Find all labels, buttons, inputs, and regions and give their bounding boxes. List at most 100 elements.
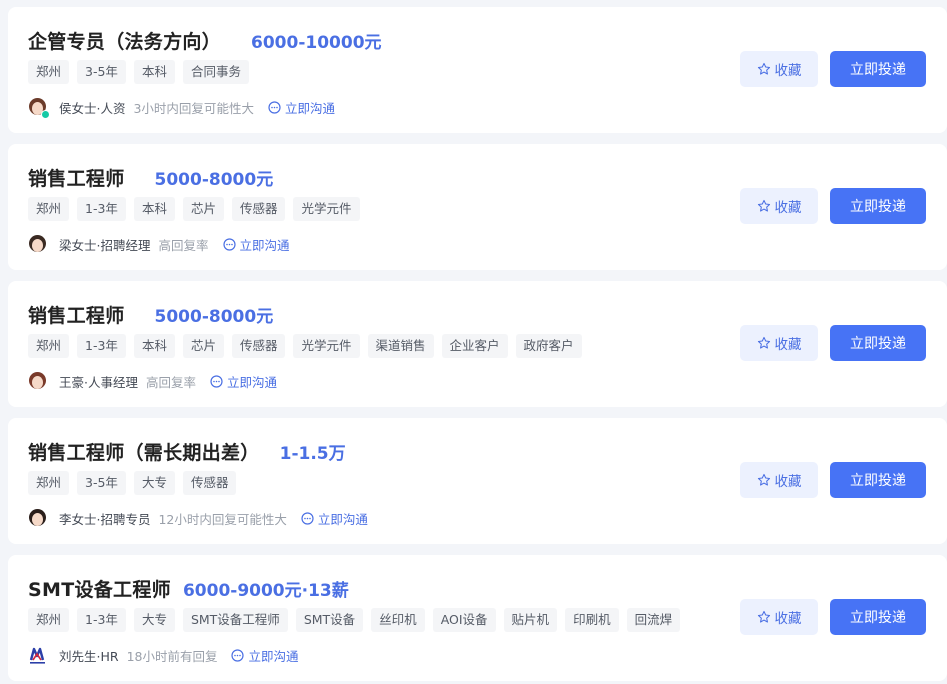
reply-status: 高回复率 bbox=[158, 237, 209, 253]
tag: SMT设备 bbox=[295, 608, 364, 632]
tag: 传感器 bbox=[231, 197, 286, 221]
favorite-label: 收藏 bbox=[774, 63, 802, 79]
favorite-label: 收藏 bbox=[774, 611, 802, 627]
chat-label: 立即沟通 bbox=[248, 648, 299, 664]
tag: 1-3年 bbox=[77, 197, 126, 221]
job-title[interactable]: 销售工程师 bbox=[28, 164, 125, 191]
tag: 3-5年 bbox=[77, 60, 126, 84]
company-logo bbox=[28, 646, 47, 665]
job-card[interactable]: 企管专员（法务方向） 6000-10000元 郑州 3-5年 本科 合同事务 侯… bbox=[8, 7, 947, 133]
tag: 郑州 bbox=[28, 608, 70, 632]
tag: 政府客户 bbox=[515, 334, 582, 358]
recruiter-name: 李女士·招聘专员 bbox=[59, 511, 151, 527]
recruiter-info: 刘先生·HR 18小时前有回复 立即沟通 bbox=[28, 644, 298, 666]
tag: 传感器 bbox=[182, 471, 237, 495]
recruiter-name: 刘先生·HR bbox=[59, 648, 119, 664]
job-card[interactable]: SMT设备工程师 6000-9000元·13薪 郑州 1-3年 大专 SMT设备… bbox=[8, 555, 947, 681]
tag: 大专 bbox=[133, 608, 175, 632]
tag: 传感器 bbox=[231, 334, 286, 358]
chat-icon bbox=[210, 374, 223, 388]
recruiter-name: 侯女士·人资 bbox=[59, 100, 126, 116]
reply-status: 18小时前有回复 bbox=[126, 648, 218, 664]
tag: 合同事务 bbox=[182, 60, 249, 84]
favorite-button[interactable]: 收藏 bbox=[740, 599, 818, 635]
tag-list: 郑州 1-3年 大专 SMT设备工程师 SMT设备 丝印机 AOI设备 贴片机 … bbox=[28, 608, 681, 632]
tag: 郑州 bbox=[28, 334, 70, 358]
job-title[interactable]: 企管专员（法务方向） bbox=[28, 27, 221, 54]
tag: 企业客户 bbox=[441, 334, 508, 358]
tag: 丝印机 bbox=[371, 608, 425, 632]
tag: 郑州 bbox=[28, 197, 70, 221]
apply-button[interactable]: 立即投递 bbox=[830, 325, 926, 361]
job-card[interactable]: 销售工程师 5000-8000元 郑州 1-3年 本科 芯片 传感器 光学元件 … bbox=[8, 144, 947, 270]
favorite-label: 收藏 bbox=[774, 200, 802, 216]
tag: 1-3年 bbox=[77, 334, 126, 358]
recruiter-name: 梁女士·招聘经理 bbox=[59, 237, 151, 253]
chat-icon bbox=[222, 237, 236, 251]
star-icon bbox=[757, 336, 770, 349]
tag: 本科 bbox=[133, 197, 175, 221]
tag: 郑州 bbox=[28, 60, 70, 84]
job-card[interactable]: 销售工程师 5000-8000元 郑州 1-3年 本科 芯片 传感器 光学元件 … bbox=[8, 281, 947, 407]
star-icon bbox=[757, 199, 770, 212]
apply-button[interactable]: 立即投递 bbox=[830, 51, 926, 87]
chat-label: 立即沟通 bbox=[239, 237, 290, 253]
recruiter-name: 王豪·人事经理 bbox=[59, 374, 138, 390]
avatar bbox=[28, 234, 47, 254]
chat-label: 立即沟通 bbox=[227, 374, 278, 390]
chat-link[interactable]: 立即沟通 bbox=[301, 509, 368, 528]
salary: 1-1.5万 bbox=[279, 443, 346, 464]
tag: SMT设备工程师 bbox=[182, 608, 288, 632]
chat-link[interactable]: 立即沟通 bbox=[210, 372, 277, 391]
avatar bbox=[28, 508, 47, 528]
favorite-button[interactable]: 收藏 bbox=[740, 462, 818, 498]
reply-status: 12小时内回复可能性大 bbox=[158, 511, 287, 527]
reply-status: 3小时内回复可能性大 bbox=[133, 100, 254, 116]
chat-icon bbox=[268, 100, 281, 114]
favorite-button[interactable]: 收藏 bbox=[740, 325, 818, 361]
recruiter-info: 侯女士·人资 3小时内回复可能性大 立即沟通 bbox=[28, 96, 335, 119]
chat-link[interactable]: 立即沟通 bbox=[231, 646, 298, 665]
tag: 1-3年 bbox=[77, 608, 126, 632]
apply-button[interactable]: 立即投递 bbox=[830, 188, 926, 224]
tag: 3-5年 bbox=[77, 471, 126, 495]
tag: 回流焊 bbox=[626, 608, 681, 632]
reply-status: 高回复率 bbox=[145, 374, 196, 390]
apply-button[interactable]: 立即投递 bbox=[830, 599, 926, 635]
tag: 渠道销售 bbox=[367, 334, 434, 358]
favorite-button[interactable]: 收藏 bbox=[740, 188, 818, 224]
recruiter-info: 梁女士·招聘经理 高回复率 立即沟通 bbox=[28, 233, 290, 255]
recruiter-info: 王豪·人事经理 高回复率 立即沟通 bbox=[28, 370, 277, 392]
tag: 芯片 bbox=[182, 197, 224, 221]
favorite-label: 收藏 bbox=[774, 337, 802, 353]
online-status-dot bbox=[41, 109, 50, 119]
chat-label: 立即沟通 bbox=[317, 511, 368, 527]
tag: 本科 bbox=[133, 334, 175, 358]
tag: 大专 bbox=[133, 471, 175, 495]
tag: 本科 bbox=[133, 60, 175, 84]
star-icon bbox=[757, 62, 770, 75]
salary: 5000-8000元 bbox=[154, 169, 274, 190]
chat-icon bbox=[231, 648, 245, 662]
avatar bbox=[28, 371, 47, 391]
star-icon bbox=[757, 610, 770, 623]
job-title[interactable]: SMT设备工程师 bbox=[28, 575, 171, 602]
salary: 5000-8000元 bbox=[154, 306, 274, 327]
tag: 光学元件 bbox=[293, 197, 360, 221]
tag: AOI设备 bbox=[432, 608, 496, 632]
salary: 6000-10000元 bbox=[251, 32, 382, 53]
tag: 印刷机 bbox=[565, 608, 619, 632]
tag: 郑州 bbox=[28, 471, 70, 495]
chat-link[interactable]: 立即沟通 bbox=[268, 98, 335, 117]
job-title[interactable]: 销售工程师 bbox=[28, 301, 125, 328]
job-title[interactable]: 销售工程师（需长期出差） bbox=[28, 438, 260, 465]
job-card[interactable]: 销售工程师（需长期出差） 1-1.5万 郑州 3-5年 大专 传感器 李女士·招… bbox=[8, 418, 947, 544]
salary: 6000-9000元·13薪 bbox=[182, 580, 349, 601]
recruiter-info: 李女士·招聘专员 12小时内回复可能性大 立即沟通 bbox=[28, 507, 368, 529]
favorite-button[interactable]: 收藏 bbox=[740, 51, 818, 87]
chat-icon bbox=[301, 511, 314, 525]
apply-button[interactable]: 立即投递 bbox=[830, 462, 926, 498]
tag-list: 郑州 3-5年 大专 传感器 bbox=[28, 471, 237, 495]
chat-link[interactable]: 立即沟通 bbox=[222, 235, 290, 254]
tag: 芯片 bbox=[182, 334, 224, 358]
